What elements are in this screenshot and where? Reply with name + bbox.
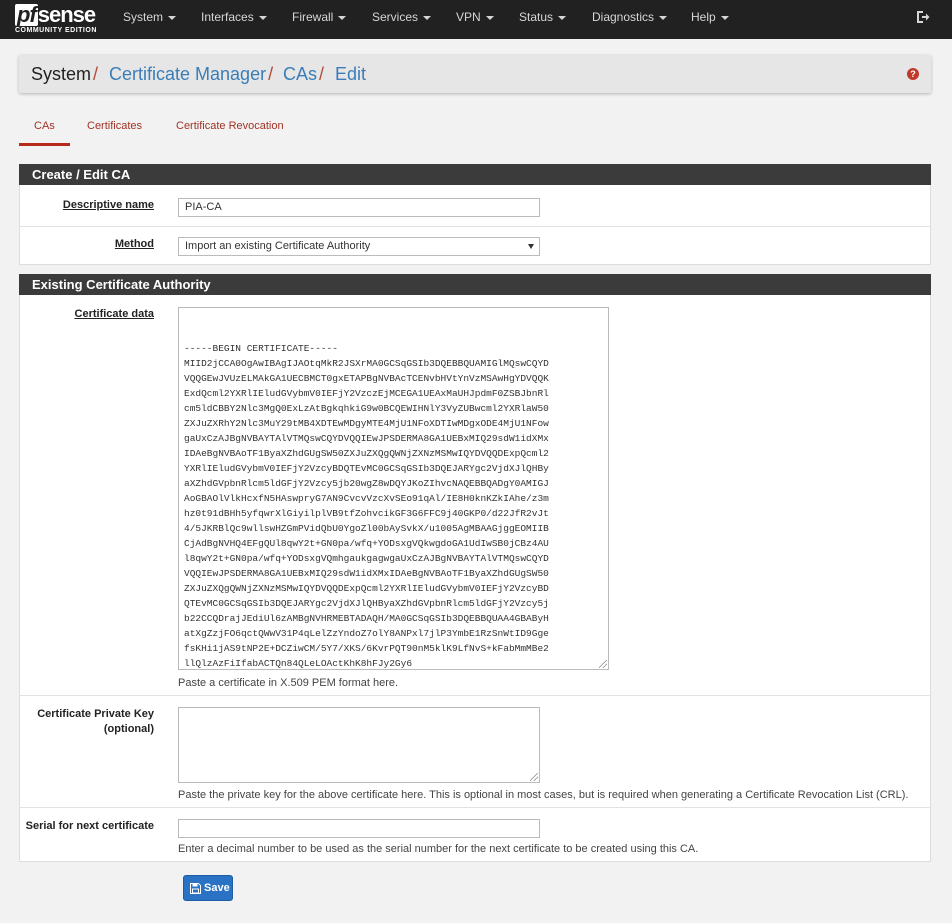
certificate-line: cm5ldCBBY2Nlc3MgQ0ExLzAtBgkqhkiG9w0BCQEW…: [184, 403, 549, 414]
tab-certificate-revocation[interactable]: Certificate Revocation: [176, 120, 284, 132]
breadcrumb-certificate-manager[interactable]: Certificate Manager /: [109, 63, 273, 85]
certificate-line: aXZhdGVpbnRlcm5ldGFjY2Vzcy5jb20wgZ8wDQYJ…: [184, 478, 549, 489]
certificate-line: AoGBAOlVlkHcxfN5HAswpryG7AN9CvcvVzcXvSEo…: [184, 493, 549, 504]
row-divider: [19, 226, 931, 227]
tab-certificates[interactable]: Certificates: [87, 120, 142, 132]
method-select[interactable]: Import an existing Certificate Authority: [178, 237, 540, 256]
chevron-down-icon: [659, 15, 668, 20]
certificate-line: b22CCQDrajJEdiUl6zAMBgNVHRMEBTADAQH/MA0G…: [184, 613, 549, 624]
certificate-line: VQQIEwJPSDERMA8GA1UEBxMIQ29sdW1idXMxIDAe…: [184, 568, 549, 579]
certificate-line: IDAeBgNVBAoTF1ByaXZhdGUgSW50ZXJuZXQgQWNj…: [184, 448, 549, 459]
certificate-line: -----BEGIN CERTIFICATE-----: [184, 343, 338, 354]
method-label: Method: [114, 238, 154, 250]
private-key-help: Paste the private key for the above cert…: [178, 789, 909, 801]
descriptive-name-input[interactable]: PIA-CA: [178, 198, 540, 217]
certificate-line: 4/5JKRBlQc9wllswHZGmPVidQbU0YgoZl00bAySv…: [184, 523, 549, 534]
certificate-line: QTEvMC0GCSqGSIb3DQEJARYgc2VjdXJlQHByaXZh…: [184, 598, 549, 609]
nav-interfaces[interactable]: Interfaces: [201, 0, 267, 39]
chevron-down-icon: [720, 15, 729, 20]
panel-existing-ca-header: Existing Certificate Authority: [19, 274, 931, 295]
breadcrumb-system: System /: [31, 64, 99, 84]
certificate-line: ExdQcml2YXRlIEludGVybmV0IEFjY2VzczEjMCEG…: [184, 388, 549, 399]
nav-status[interactable]: Status: [519, 0, 567, 39]
nav-diagnostics[interactable]: Diagnostics: [592, 0, 668, 39]
save-icon: [190, 883, 201, 894]
nav-firewall[interactable]: Firewall: [292, 0, 347, 39]
top-navbar: pfsense COMMUNITY EDITION System Interfa…: [0, 0, 952, 39]
breadcrumb-cas[interactable]: CAs /: [283, 63, 324, 85]
serial-help: Enter a decimal number to be used as the…: [178, 843, 699, 855]
certificate-line: gaUxCzAJBgNVBAYTAlVTMQswCQYDVQQIEwJPSDER…: [184, 433, 549, 444]
private-key-textarea[interactable]: [178, 707, 540, 783]
nav-services[interactable]: Services: [372, 0, 432, 39]
certificate-line: atXgZzjFO6qctQWwV31P4qLelZzYndoZ7olY8ANP…: [184, 628, 549, 639]
certificate-data-label: Certificate data: [74, 308, 154, 320]
chevron-down-icon: [258, 15, 267, 20]
certificate-data-text: -----BEGIN CERTIFICATE----- MIID2jCCA0OgA…: [184, 341, 602, 669]
pfsense-logo[interactable]: pfsense COMMUNITY EDITION: [15, 4, 103, 36]
panel-create-edit-ca-header: Create / Edit CA: [19, 164, 931, 185]
private-key-label: Certificate Private Key: [37, 708, 154, 720]
dropdown-arrow-icon: [528, 244, 534, 249]
logout-icon[interactable]: [916, 10, 930, 24]
certificate-line: MIID2jCCA0OgAwIBAgIJAOtqMkR2JSXrMA0GCSqG…: [184, 358, 549, 369]
chevron-down-icon: [168, 15, 177, 20]
breadcrumb-edit[interactable]: Edit: [335, 63, 366, 85]
breadcrumb: System / Certificate Manager / CAs / Edit ?: [19, 55, 931, 93]
chevron-down-icon: [338, 15, 347, 20]
certificate-line: ZXJuZXQgQWNjZXNzMSMwIQYDVQQDExpQcml2YXRl…: [184, 583, 549, 594]
descriptive-name-label: Descriptive name: [62, 199, 154, 211]
certificate-line: VQQGEwJVUzELMAkGA1UECBMCT0gxETAPBgNVBAcT…: [184, 373, 549, 384]
logo-wordmark: pfsense: [15, 2, 96, 27]
chevron-down-icon: [558, 15, 567, 20]
chevron-down-icon: [423, 15, 432, 20]
tab-cas[interactable]: CAs: [34, 120, 55, 132]
certificate-line: fsKHi1jAS9tNP2E+DCZiwCM/5Y7/XKS/6KvrPQT9…: [184, 643, 549, 654]
row-divider: [19, 695, 931, 696]
nav-system[interactable]: System: [123, 0, 177, 39]
active-tab-indicator: [19, 143, 70, 146]
nav-help[interactable]: Help: [691, 0, 729, 39]
certificate-data-textarea[interactable]: -----BEGIN CERTIFICATE----- MIID2jCCA0OgA…: [178, 307, 609, 670]
row-divider: [19, 807, 931, 808]
nav-vpn[interactable]: VPN: [456, 0, 494, 39]
help-icon[interactable]: ?: [907, 68, 919, 80]
certificate-data-help: Paste a certificate in X.509 PEM format …: [178, 677, 399, 689]
resize-handle[interactable]: [530, 773, 538, 781]
certificate-line: hz0t91dBHh5yfqwrXlGiyilplVB9tfZohvcikGF3…: [184, 508, 549, 519]
private-key-optional-label: (optional): [103, 723, 154, 735]
save-button[interactable]: Save: [183, 875, 233, 901]
logo-subtitle: COMMUNITY EDITION: [15, 27, 97, 34]
resize-handle[interactable]: [599, 660, 607, 668]
method-selected-value: Import an existing Certificate Authority: [185, 240, 371, 252]
certificate-line: l8qwY2t+GN0pa/wfq+YODsxgVQmhgaukgagwgaUx…: [184, 553, 549, 564]
certificate-line: CjAdBgNVHQ4EFgQUl8qwY2t+GN0pa/wfq+YODsxg…: [184, 538, 549, 549]
serial-input[interactable]: [178, 819, 540, 838]
serial-label: Serial for next certificate: [25, 820, 154, 832]
certificate-line: llQlzAzFiIfabACTQn84QLeLOActKhK8hFJy2Gy6: [184, 658, 413, 669]
save-label: Save: [204, 882, 230, 894]
certificate-line: YXRlIEludGVybmV0IEFjY2VzcyBDQTEvMC0GCSqG…: [184, 463, 549, 474]
certificate-line: ZXJuZXRhY2Nlc3MuY29tMB4XDTEwMDgyMTE4MjU1…: [184, 418, 549, 429]
chevron-down-icon: [485, 15, 494, 20]
